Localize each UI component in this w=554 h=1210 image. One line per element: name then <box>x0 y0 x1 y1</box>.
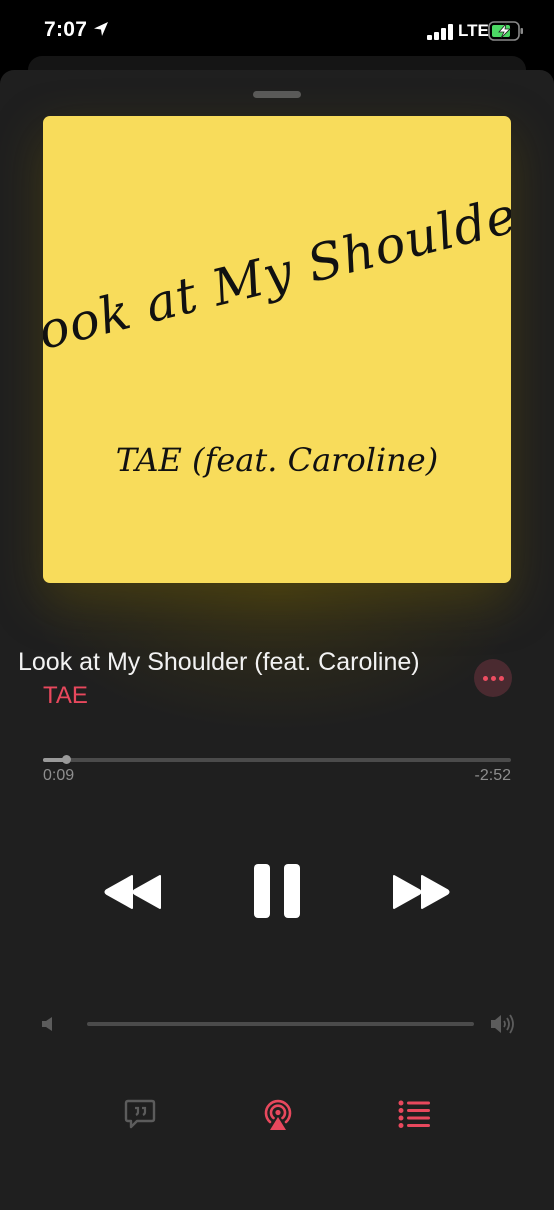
more-dot <box>499 676 504 681</box>
signal-bars-icon <box>427 24 453 40</box>
lyrics-icon[interactable] <box>124 1099 156 1129</box>
battery-charging-icon <box>488 21 523 41</box>
remaining-time: -2:52 <box>474 767 511 784</box>
location-arrow-icon <box>94 22 108 36</box>
airplay-icon[interactable] <box>261 1097 295 1131</box>
queue-list-icon[interactable] <box>398 1100 430 1128</box>
fast-forward-icon[interactable] <box>392 874 450 910</box>
network-type: LTE <box>458 21 489 40</box>
artwork-artist: TAE (feat. Caroline) <box>116 441 438 479</box>
more-dot <box>483 676 488 681</box>
volume-high-icon <box>491 1014 514 1034</box>
sheet-grabber[interactable] <box>253 91 301 98</box>
album-artwork: Look at My Shoulder TAE (feat. Caroline) <box>43 116 511 583</box>
artwork-title: Look at My Shoulder <box>43 179 511 369</box>
volume-low-icon <box>42 1017 52 1031</box>
status-time: 7:07 <box>44 18 88 41</box>
more-options-button[interactable] <box>474 659 512 697</box>
song-title: Look at My Shoulder (feat. Caroline) <box>18 648 420 676</box>
volume-slider[interactable] <box>87 1022 474 1026</box>
elapsed-time: 0:09 <box>43 767 75 784</box>
more-dot <box>491 676 496 681</box>
status-bar: 7:07 LTE <box>0 0 554 62</box>
playback-scrubber[interactable] <box>43 755 511 764</box>
rewind-icon[interactable] <box>104 874 162 910</box>
pause-icon[interactable] <box>254 864 300 918</box>
song-artist[interactable]: TAE <box>43 682 88 710</box>
